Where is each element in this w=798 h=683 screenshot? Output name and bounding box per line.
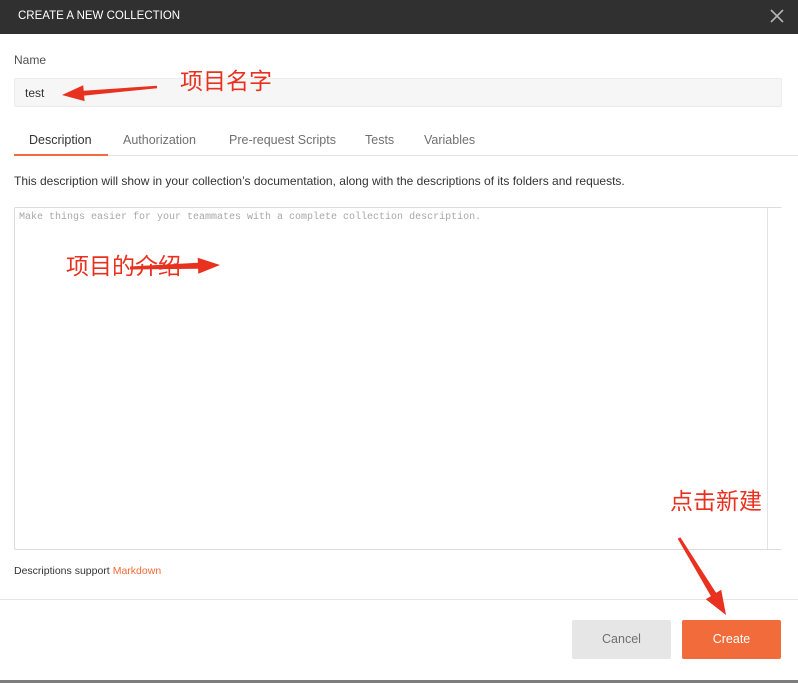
close-icon[interactable] xyxy=(768,7,786,25)
close-icon-glyph xyxy=(770,9,784,23)
name-input[interactable] xyxy=(14,78,782,107)
cancel-button[interactable]: Cancel xyxy=(572,620,671,659)
markdown-note: Descriptions support Markdown xyxy=(14,565,161,578)
tab-variables[interactable]: Variables xyxy=(409,126,490,156)
name-label: Name xyxy=(14,53,47,67)
dialog-header: CREATE A NEW COLLECTION xyxy=(0,0,798,34)
create-button[interactable]: Create xyxy=(682,620,781,659)
footer-divider xyxy=(0,599,798,600)
annotation-name-note: 项目名字 xyxy=(180,69,272,95)
tab-description[interactable]: Description xyxy=(14,126,108,156)
tab-authorization[interactable]: Authorization xyxy=(108,126,211,156)
textarea-scrollbar[interactable] xyxy=(767,208,782,549)
markdown-link[interactable]: Markdown xyxy=(113,565,161,577)
tab-pre-request-scripts[interactable]: Pre-request Scripts xyxy=(214,126,351,156)
annotation-create-note: 点击新建 xyxy=(670,489,762,515)
markdown-note-text: Descriptions support xyxy=(14,565,110,577)
dialog-title: CREATE A NEW COLLECTION xyxy=(18,10,181,22)
tab-tests[interactable]: Tests xyxy=(350,126,409,156)
description-help-text: This description will show in your colle… xyxy=(14,174,625,188)
annotation-description-note: 项目的介绍 xyxy=(66,254,181,280)
